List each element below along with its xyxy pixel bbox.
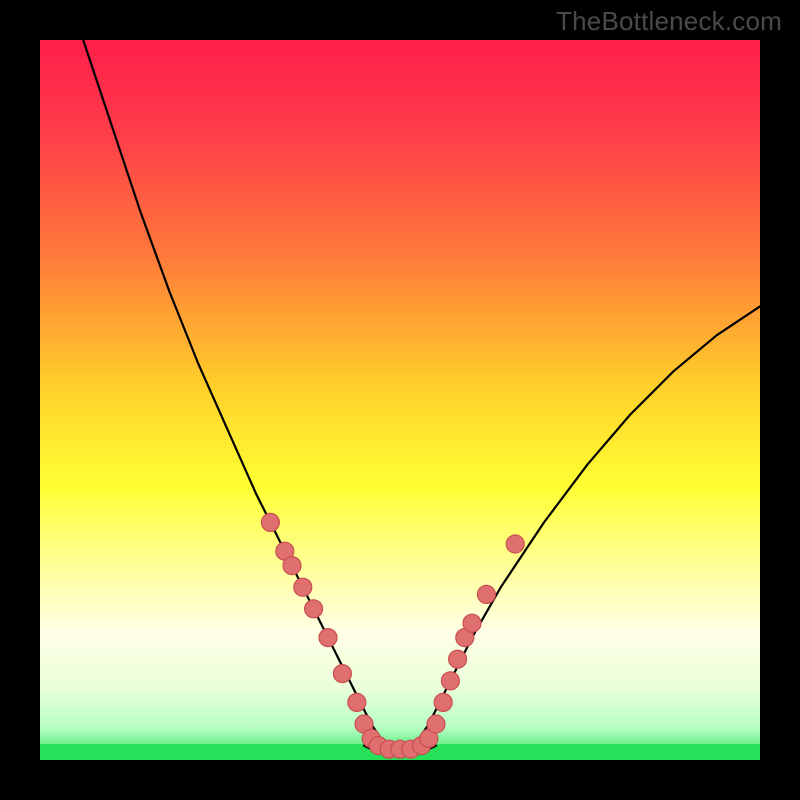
data-marker [441, 672, 459, 690]
watermark: TheBottleneck.com [556, 6, 782, 37]
data-marker [348, 693, 366, 711]
data-marker [449, 650, 467, 668]
data-marker [261, 513, 279, 531]
data-marker [463, 614, 481, 632]
data-marker [333, 665, 351, 683]
chart-frame: TheBottleneck.com [0, 0, 800, 800]
data-marker [477, 585, 495, 603]
data-marker [427, 715, 445, 733]
data-marker [434, 693, 452, 711]
data-marker [506, 535, 524, 553]
gradient-background [40, 40, 760, 760]
data-marker [305, 600, 323, 618]
data-marker [294, 578, 312, 596]
plot-area [40, 40, 760, 760]
data-marker [283, 557, 301, 575]
data-marker [319, 629, 337, 647]
chart-svg [40, 40, 760, 760]
